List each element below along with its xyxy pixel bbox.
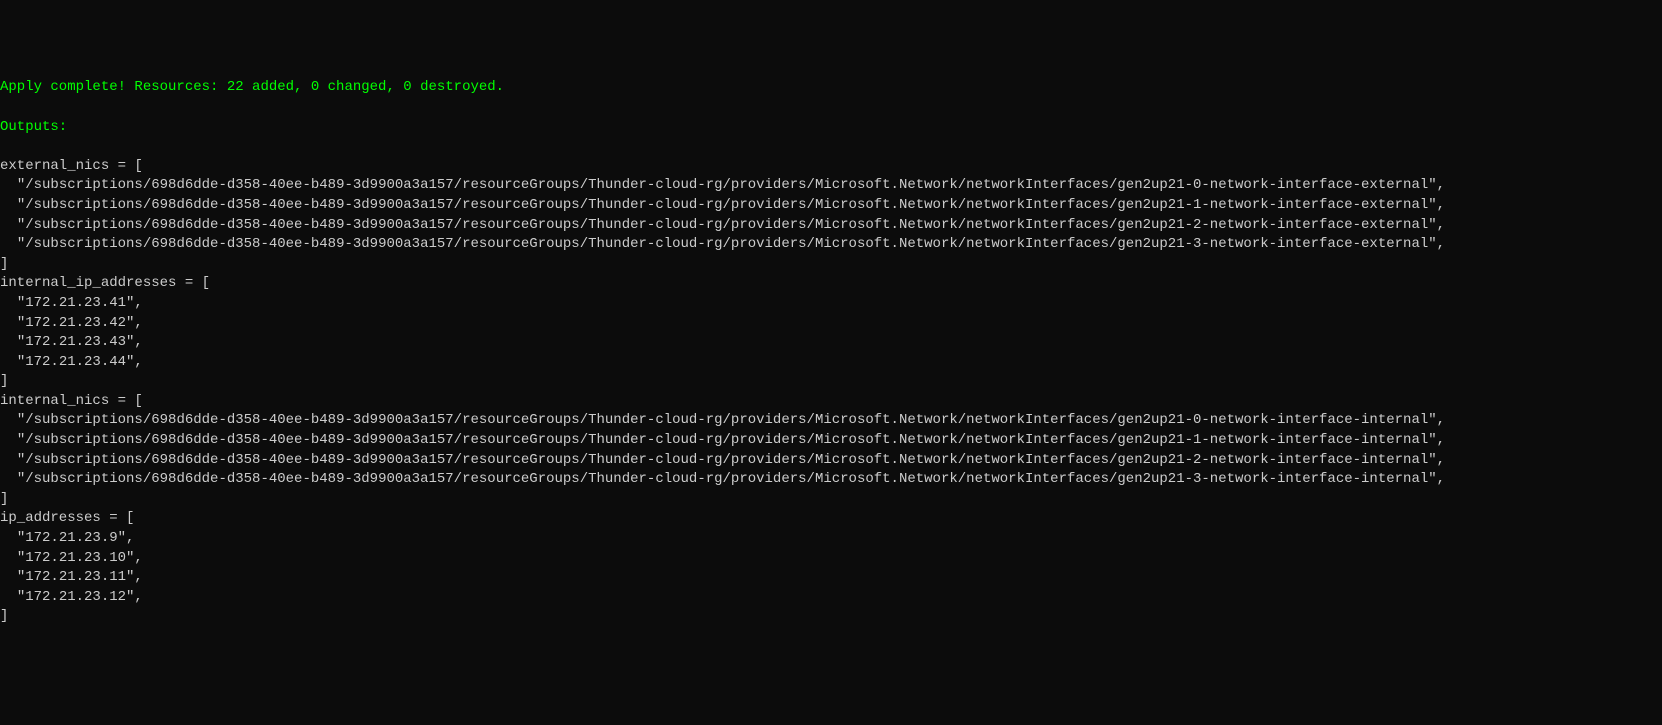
external-nics-close: ]: [0, 256, 8, 272]
internal-ip-item: "172.21.23.44",: [17, 354, 143, 370]
ip-addresses-item: "172.21.23.9",: [17, 530, 135, 546]
ip-addresses-item: "172.21.23.10",: [17, 550, 143, 566]
internal-nics-label: internal_nics = [: [0, 393, 143, 409]
ip-addresses-label: ip_addresses = [: [0, 510, 134, 526]
external-nics-item: "/subscriptions/698d6dde-d358-40ee-b489-…: [17, 197, 1445, 213]
internal-ip-item: "172.21.23.42",: [17, 315, 143, 331]
status-line: Apply complete! Resources: 22 added, 0 c…: [0, 79, 504, 95]
external-nics-item: "/subscriptions/698d6dde-d358-40ee-b489-…: [17, 236, 1445, 252]
external-nics-label: external_nics = [: [0, 158, 143, 174]
external-nics-item: "/subscriptions/698d6dde-d358-40ee-b489-…: [17, 177, 1445, 193]
external-nics-item: "/subscriptions/698d6dde-d358-40ee-b489-…: [17, 217, 1445, 233]
internal-ip-label: internal_ip_addresses = [: [0, 275, 210, 291]
internal-ip-close: ]: [0, 373, 8, 389]
ip-addresses-close: ]: [0, 608, 8, 624]
outputs-header: Outputs:: [0, 119, 67, 135]
internal-nics-close: ]: [0, 491, 8, 507]
internal-nics-item: "/subscriptions/698d6dde-d358-40ee-b489-…: [17, 432, 1445, 448]
internal-nics-item: "/subscriptions/698d6dde-d358-40ee-b489-…: [17, 471, 1445, 487]
ip-addresses-item: "172.21.23.12",: [17, 589, 143, 605]
ip-addresses-item: "172.21.23.11",: [17, 569, 143, 585]
terminal-output: Apply complete! Resources: 22 added, 0 c…: [0, 78, 1662, 627]
internal-nics-item: "/subscriptions/698d6dde-d358-40ee-b489-…: [17, 452, 1445, 468]
internal-ip-item: "172.21.23.43",: [17, 334, 143, 350]
internal-nics-item: "/subscriptions/698d6dde-d358-40ee-b489-…: [17, 412, 1445, 428]
internal-ip-item: "172.21.23.41",: [17, 295, 143, 311]
